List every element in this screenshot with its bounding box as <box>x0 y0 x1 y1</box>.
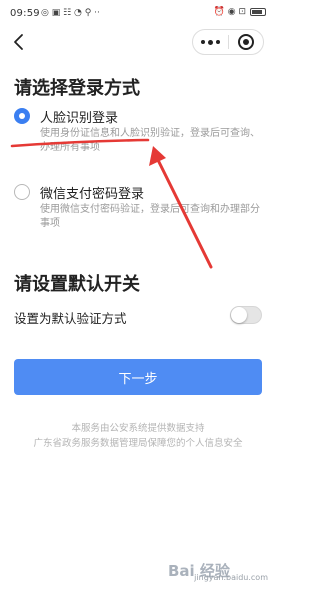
baidu-jingyan-watermark: Bai 经验 jingyan.baidu.com <box>168 560 268 584</box>
option-face-title: 人脸识别登录 <box>40 111 119 126</box>
watermark-url: jingyan.baidu.com <box>194 573 268 582</box>
option-wechat-desc: 使用微信支付密码验证，登录后可查询和办理部分事项 <box>40 204 260 229</box>
radio-checked-icon[interactable] <box>14 108 30 124</box>
option-wechat-pay[interactable]: 微信支付密码登录 使用微信支付密码验证，登录后可查询和办理部分事项 <box>14 184 266 234</box>
mini-program-capsule <box>192 29 264 55</box>
default-switch-title: 请设置默认开关 <box>14 274 140 295</box>
status-right-icons: ⏰ ◉ ⊡ <box>214 7 266 17</box>
back-icon[interactable] <box>10 32 28 52</box>
status-time: 09:59 <box>10 8 40 19</box>
more-icon[interactable] <box>193 30 228 54</box>
next-step-button[interactable]: 下一步 <box>14 359 262 395</box>
footer-privacy-note: 广东省政务服务数据管理局保障您的个人信息安全 <box>33 438 243 449</box>
status-notification-icons: ◎ ▣ ☷ ◔ ⚲ ·· <box>41 8 100 18</box>
default-toggle-switch[interactable] <box>230 306 262 324</box>
login-method-title: 请选择登录方式 <box>14 78 140 99</box>
option-face-recognition[interactable]: 人脸识别登录 使用身份证信息和人脸识别验证，登录后可查询、办理所有事项 <box>14 108 266 158</box>
toggle-knob <box>231 307 247 323</box>
close-mini-program-icon[interactable] <box>229 30 263 54</box>
default-setting-row: 设置为默认验证方式 <box>14 306 264 326</box>
nav-bar <box>0 26 276 58</box>
status-bar: 09:59 ◎ ▣ ☷ ◔ ⚲ ·· ⏰ ◉ ⊡ <box>0 0 276 26</box>
option-face-desc: 使用身份证信息和人脸识别验证，登录后可查询、办理所有事项 <box>40 128 260 153</box>
status-system-icons: ⏰ ◉ ⊡ <box>213 7 246 17</box>
footer-data-source: 本服务由公安系统提供数据支持 <box>71 423 205 434</box>
battery-icon <box>250 8 266 16</box>
option-wechat-title: 微信支付密码登录 <box>40 187 145 202</box>
default-setting-label: 设置为默认验证方式 <box>14 311 127 326</box>
radio-unchecked-icon[interactable] <box>14 184 30 200</box>
